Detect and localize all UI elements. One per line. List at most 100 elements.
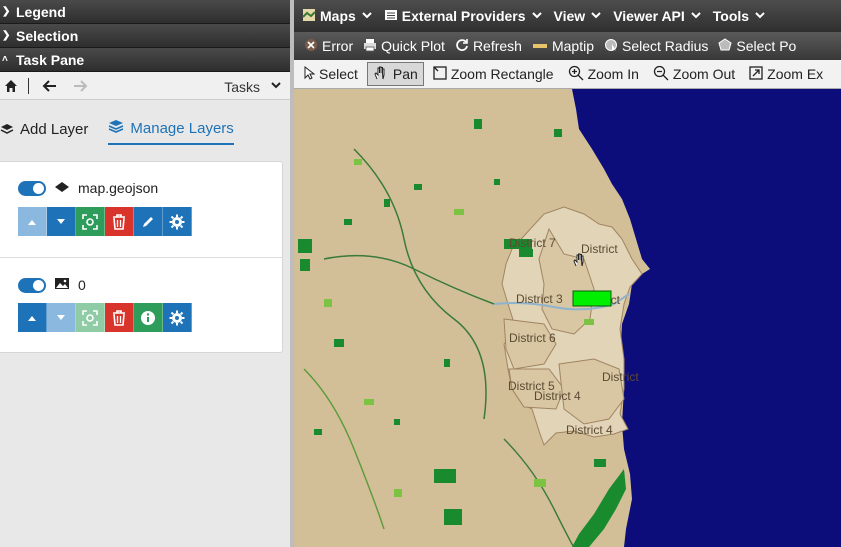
- tab-manage-layers-label: Manage Layers: [130, 119, 234, 137]
- district-label: District 4: [534, 389, 581, 403]
- selected-feature[interactable]: [572, 290, 612, 307]
- move-up-button[interactable]: [18, 303, 47, 332]
- select-polygon-button[interactable]: Select Po: [718, 37, 797, 55]
- tab-manage-layers[interactable]: Manage Layers: [108, 113, 234, 145]
- layers-icon: [108, 119, 124, 137]
- chevron-down-icon: ❯: [2, 6, 11, 17]
- refresh-icon: [455, 38, 469, 55]
- select-tool-button[interactable]: Select: [298, 62, 363, 86]
- select-radius-label: Select Radius: [622, 38, 709, 54]
- move-down-button[interactable]: [47, 207, 76, 236]
- menu-tools[interactable]: Tools: [713, 8, 765, 24]
- visibility-toggle[interactable]: [18, 277, 46, 293]
- menu-maps[interactable]: Maps: [302, 8, 372, 25]
- delete-layer-button[interactable]: [105, 207, 134, 236]
- task-pane-header[interactable]: ˄ Task Pane: [0, 48, 290, 72]
- zoom-to-extent-button[interactable]: [76, 207, 105, 236]
- maptip-label: Maptip: [551, 38, 594, 54]
- delete-layer-button[interactable]: [105, 303, 134, 332]
- maptip-button[interactable]: Maptip: [532, 38, 594, 54]
- menu-view[interactable]: View: [554, 8, 602, 24]
- zoom-to-extent-button[interactable]: [76, 303, 105, 332]
- tab-add-layer-label: Add Layer: [20, 120, 89, 138]
- error-icon: [304, 38, 318, 55]
- chevron-down-icon: ❯: [2, 30, 11, 41]
- menu-view-label: View: [553, 8, 586, 24]
- select-polygon-label: Select Po: [736, 38, 797, 54]
- zoom-in-button[interactable]: Zoom In: [563, 62, 644, 86]
- zoom-extents-label: Zoom Ex: [767, 66, 824, 82]
- select-radius-button[interactable]: Select Radius: [604, 38, 708, 55]
- layer-name: map.geojson: [78, 180, 159, 196]
- layer-settings-button[interactable]: [163, 303, 192, 332]
- layer-actions-geojson: [18, 207, 192, 236]
- layer-row-geojson: map.geojson: [18, 180, 158, 196]
- menu-viewer-api[interactable]: Viewer API: [613, 8, 701, 24]
- district-label: District 3: [516, 292, 563, 306]
- task-navigation-bar: Tasks: [0, 72, 290, 100]
- selection-header[interactable]: ❯ Selection: [0, 24, 290, 48]
- map-navigation-toolbar: Select Pan Zoom Rectangle Zoom In Zoom O…: [294, 60, 841, 89]
- legend-header[interactable]: ❯ Legend: [0, 0, 290, 24]
- map-svg[interactable]: District 7 District District 3 rict Dist…: [294, 89, 841, 547]
- pan-tool-label: Pan: [392, 66, 418, 82]
- layer-settings-button[interactable]: [163, 207, 192, 236]
- menu-external-providers[interactable]: External Providers: [384, 8, 542, 25]
- divider: [28, 77, 29, 94]
- chevron-down-icon: [591, 11, 601, 22]
- printer-icon: [363, 38, 377, 55]
- layer-info-button[interactable]: [134, 303, 163, 332]
- district-label: District 4: [566, 423, 613, 437]
- layer-actions-raster: [18, 303, 192, 332]
- tasks-dropdown-label[interactable]: Tasks: [224, 79, 260, 95]
- district-label: District: [581, 242, 618, 256]
- menu-tools-label: Tools: [712, 8, 750, 24]
- refresh-button[interactable]: Refresh: [455, 38, 522, 55]
- provider-list-icon: [384, 8, 398, 25]
- quick-plot-button[interactable]: Quick Plot: [363, 38, 445, 55]
- maptip-icon: [532, 38, 548, 54]
- back-arrow-icon[interactable]: [41, 77, 59, 95]
- district-label: District 6: [509, 331, 556, 345]
- zoom-extents-button[interactable]: Zoom Ex: [744, 62, 828, 86]
- zoom-rectangle-button[interactable]: Zoom Rectangle: [428, 62, 559, 86]
- map-icon: [302, 8, 316, 25]
- forward-arrow-icon[interactable]: [71, 77, 89, 95]
- map-canvas[interactable]: District 7 District District 3 rict Dist…: [294, 89, 841, 547]
- menu-viewer-api-label: Viewer API: [613, 8, 685, 24]
- map-viewer: Maps External Providers View Viewer API …: [294, 0, 841, 547]
- main-menu-bar: Maps External Providers View Viewer API …: [294, 0, 841, 32]
- move-up-button[interactable]: [18, 207, 47, 236]
- pan-tool-button[interactable]: Pan: [366, 62, 424, 86]
- zoom-out-label: Zoom Out: [672, 66, 736, 82]
- raster-layer-icon: [54, 277, 70, 293]
- refresh-label: Refresh: [472, 38, 522, 54]
- error-label: Error: [322, 38, 354, 54]
- left-panel: ❯ Legend ❯ Selection ˄ Task Pane Tasks A…: [0, 0, 290, 547]
- district-label: District: [602, 370, 639, 384]
- select-polygon-icon: [718, 37, 732, 55]
- task-pane-header-label: Task Pane: [16, 51, 85, 68]
- move-down-button[interactable]: [47, 303, 76, 332]
- home-icon[interactable]: [2, 77, 20, 95]
- tab-add-layer[interactable]: Add Layer: [0, 115, 88, 144]
- menu-external-providers-label: External Providers: [401, 8, 526, 24]
- cursor-arrow-icon: [303, 65, 316, 83]
- divider: [0, 257, 282, 258]
- chevron-up-icon: ˄: [2, 54, 8, 65]
- layer-name: 0: [78, 277, 86, 293]
- zoom-out-icon: [653, 65, 669, 84]
- edit-style-button[interactable]: [134, 207, 163, 236]
- district-label: District 7: [509, 236, 556, 250]
- zoom-out-button[interactable]: Zoom Out: [648, 62, 740, 86]
- layer-tabs: Add Layer Manage Layers: [0, 100, 290, 158]
- zoom-extents-icon: [749, 65, 763, 83]
- chevron-down-icon: [691, 11, 701, 22]
- select-radius-icon: [604, 38, 618, 55]
- zoom-in-icon: [568, 65, 584, 84]
- visibility-toggle[interactable]: [18, 180, 46, 196]
- zoom-rectangle-label: Zoom Rectangle: [450, 66, 554, 82]
- zoom-in-label: Zoom In: [587, 66, 639, 82]
- error-button[interactable]: Error: [304, 38, 353, 55]
- chevron-down-icon[interactable]: [270, 78, 282, 94]
